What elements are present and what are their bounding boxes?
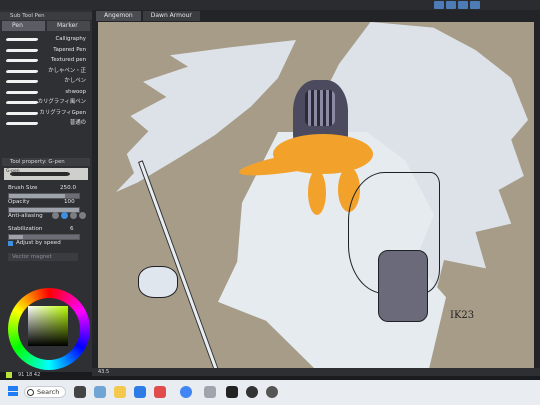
antialiasing-label: Anti-aliasing <box>8 213 43 219</box>
brush-item[interactable]: カリグラフィGpen <box>2 108 90 119</box>
app-icon-3[interactable] <box>266 386 278 398</box>
brush-label: かしペン <box>64 78 86 84</box>
search-icon <box>27 389 34 396</box>
fill-tool-icon[interactable] <box>470 1 480 9</box>
opacity-value[interactable]: 100 <box>64 199 75 205</box>
brush-size-value[interactable]: 250.0 <box>60 185 76 191</box>
adjust-by-speed-checkbox[interactable] <box>8 241 13 246</box>
hair-art <box>308 170 326 215</box>
stabilization-fill <box>9 235 23 239</box>
brush-item[interactable]: Calligraphy <box>2 34 90 45</box>
brush-label: カリグラフィ風ペン <box>37 99 86 105</box>
sub-tool-header: Sub Tool Pen <box>0 12 92 20</box>
tab-angemon[interactable]: Angemon <box>96 11 141 21</box>
brush-label: 普通の <box>69 120 86 126</box>
brush-item[interactable]: かしペン <box>2 76 90 87</box>
tool-tabs: Pen Marker <box>2 21 90 31</box>
file-explorer-icon[interactable] <box>114 386 126 398</box>
stabilization-value[interactable]: 6 <box>70 226 74 232</box>
color-readout: 91 18 42 <box>18 372 41 378</box>
vector-magnet-field[interactable]: Vector magnet <box>8 253 78 261</box>
tab-dawn-armour[interactable]: Dawn Armour <box>142 11 200 21</box>
drawing-canvas[interactable]: IK23 <box>98 22 534 368</box>
staff-art <box>138 160 219 368</box>
color-swatches <box>6 372 12 378</box>
tab-pen[interactable]: Pen <box>2 21 45 31</box>
brush-item[interactable]: カリグラフィ風ペン <box>2 97 90 108</box>
status-bar: 43.5 <box>92 368 540 376</box>
aa-none-icon[interactable] <box>52 212 59 219</box>
brush-stroke-icon <box>5 80 39 83</box>
antialiasing-options[interactable] <box>52 212 86 219</box>
adjust-by-speed-label: Adjust by speed <box>16 240 61 246</box>
brush-item[interactable]: かしゃペン・正 <box>2 66 90 77</box>
widgets-icon[interactable] <box>94 386 106 398</box>
windows-start-icon[interactable] <box>8 386 18 396</box>
brush-stroke-icon <box>5 59 39 62</box>
chrome-icon[interactable] <box>180 386 192 398</box>
tool-property-header: Tool property: G-pen <box>2 158 90 166</box>
tab-marker[interactable]: Marker <box>47 21 90 31</box>
brush-item[interactable]: Tapered Pen <box>2 45 90 56</box>
select-tool-icon[interactable] <box>446 1 456 9</box>
brush-stroke-icon <box>5 111 39 115</box>
toolbar-icons <box>434 0 480 10</box>
stabilization-label: Stabilization <box>8 226 43 232</box>
brush-label: かしゃペン・正 <box>48 67 86 74</box>
aa-medium-icon[interactable] <box>70 212 77 219</box>
store-icon[interactable] <box>154 386 166 398</box>
brush-preview: G-pen <box>4 168 88 180</box>
brush-size-fill <box>9 194 65 198</box>
opacity-label: Opacity <box>8 199 30 205</box>
brush-size-label: Brush Size <box>8 185 38 191</box>
app-icon[interactable] <box>204 386 216 398</box>
brush-stroke-icon <box>5 90 39 94</box>
brush-stroke-icon <box>5 122 39 125</box>
brush-list: Calligraphy Tapered Pen Textured pen かしゃ… <box>2 34 90 129</box>
brush-label: shwoop <box>65 88 86 95</box>
main-color-swatch[interactable] <box>6 372 12 378</box>
color-saturation-square[interactable] <box>28 306 68 346</box>
brush-stroke-icon <box>5 48 39 52</box>
brush-stroke-icon <box>5 38 39 41</box>
brush-item[interactable]: Textured pen <box>2 55 90 66</box>
brush-label: Calligraphy <box>55 36 86 42</box>
brush-stroke-icon <box>5 69 39 73</box>
aa-weak-icon[interactable] <box>61 212 68 219</box>
app-icon-2[interactable] <box>246 386 258 398</box>
search-label: Search <box>37 388 60 396</box>
brush-item[interactable]: shwoop <box>2 87 90 98</box>
arm-armor-art <box>378 250 428 322</box>
edge-icon[interactable] <box>134 386 146 398</box>
brush-stroke-icon <box>5 101 39 104</box>
brush-label: Textured pen <box>50 57 86 63</box>
brush-item[interactable]: 普通の <box>2 118 90 129</box>
move-tool-icon[interactable] <box>458 1 468 9</box>
brush-label: Tapered Pen <box>53 46 86 53</box>
hand-art <box>138 266 178 298</box>
task-view-icon[interactable] <box>74 386 86 398</box>
pen-tool-icon[interactable] <box>434 1 444 9</box>
hair-art <box>273 134 373 174</box>
document-tabs: Angemon Dawn Armour <box>96 11 200 21</box>
signature: IK23 <box>450 310 475 321</box>
clip-studio-icon[interactable] <box>226 386 238 398</box>
preview-label: G-pen <box>6 169 20 174</box>
aa-strong-icon[interactable] <box>79 212 86 219</box>
brush-label: カリグラフィGpen <box>39 109 86 116</box>
